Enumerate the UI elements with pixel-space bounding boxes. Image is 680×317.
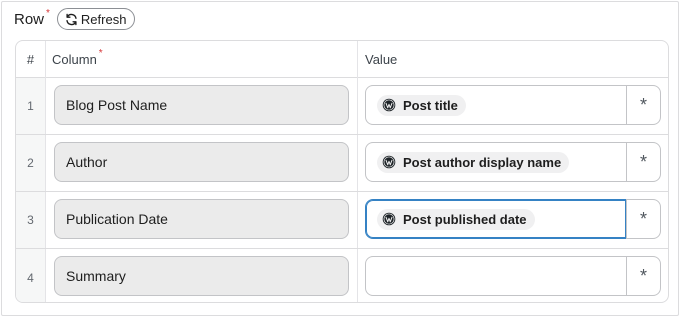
cell-divider [357, 249, 358, 302]
header-column-label: Column [52, 52, 97, 67]
refresh-button[interactable]: Refresh [56, 8, 136, 30]
insert-field-button[interactable]: * [626, 199, 661, 239]
row-number: 4 [16, 249, 46, 302]
table-row: 1 Blog Post Name Post title * [16, 78, 668, 135]
header-column: Column * [52, 41, 103, 78]
value-tag-label: Post title [403, 97, 458, 113]
table-row: 3 Publication Date Post published date * [16, 192, 668, 249]
row-title: Row [14, 10, 45, 28]
insert-field-button[interactable]: * [626, 85, 661, 125]
value-field[interactable] [365, 256, 627, 296]
mapping-table: # Column * Value 1 Blog Post Name Post t… [15, 40, 669, 303]
value-field[interactable]: Post title [365, 85, 627, 125]
column-name-field[interactable]: Blog Post Name [54, 85, 349, 125]
table-row: 4 Summary * [16, 249, 668, 302]
value-tag[interactable]: Post published date [377, 208, 535, 230]
value-tag-label: Post published date [403, 211, 527, 227]
header-value: Value [365, 52, 398, 67]
column-name-field[interactable]: Summary [54, 256, 349, 296]
row-header: Row * Refresh [14, 7, 136, 30]
refresh-icon [65, 13, 78, 26]
row-number: 1 [16, 78, 46, 134]
refresh-label: Refresh [80, 11, 127, 27]
wordpress-icon [382, 212, 396, 226]
column-name-field[interactable]: Publication Date [54, 199, 349, 239]
cell-divider [357, 192, 358, 248]
insert-field-button[interactable]: * [626, 142, 661, 182]
row-number: 2 [16, 135, 46, 191]
value-field[interactable]: Post published date [365, 199, 627, 239]
table-row: 2 Author Post author display name * [16, 135, 668, 192]
cell-divider [357, 78, 358, 134]
column-required-mark: * [98, 48, 103, 59]
column-name-field[interactable]: Author [54, 142, 349, 182]
value-tag-label: Post author display name [403, 154, 562, 170]
required-mark: * [46, 7, 50, 19]
row-number: 3 [16, 192, 46, 248]
wordpress-icon [382, 98, 396, 112]
value-tag[interactable]: Post author display name [377, 151, 570, 173]
header-number: # [16, 41, 46, 78]
value-tag[interactable]: Post title [377, 94, 466, 116]
wordpress-icon [382, 155, 396, 169]
insert-field-button[interactable]: * [626, 256, 661, 296]
cell-divider [357, 135, 358, 191]
table-header: # Column * Value [16, 41, 668, 78]
header-divider [357, 41, 358, 78]
value-field[interactable]: Post author display name [365, 142, 627, 182]
